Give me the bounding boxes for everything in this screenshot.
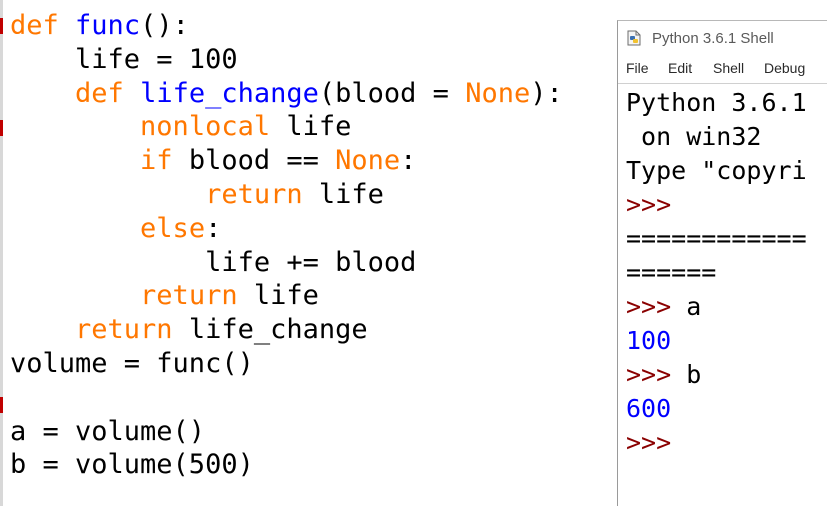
code-line: nonlocal life: [10, 110, 563, 144]
token-text: Python 3.6.1: [626, 88, 807, 117]
token-def: func: [75, 10, 141, 41]
code-line: a = volume(): [10, 415, 563, 449]
token-text: ======: [626, 258, 717, 287]
code-line: else:: [10, 212, 563, 246]
shell-output-line: Type "copyri: [626, 154, 807, 188]
code-line: volume = func(): [10, 347, 563, 381]
token-plain: :: [400, 145, 417, 177]
editor-gutter: [0, 0, 3, 506]
shell-output-line: >>>: [626, 188, 807, 222]
token-kw: if: [140, 145, 173, 177]
token-prompt: >>>: [626, 292, 672, 321]
token-prompt: >>>: [626, 190, 672, 219]
token-plain: :: [205, 212, 222, 244]
python-shell-window[interactable]: Python 3.6.1 Shell File Edit Shell Debug…: [617, 20, 827, 506]
gutter-marker: [0, 120, 3, 136]
shell-output-line: ============: [626, 222, 807, 256]
shell-output-line: 600: [626, 392, 807, 426]
token-text: Type "copyri: [626, 156, 807, 185]
token-plain: life += blood: [10, 246, 417, 278]
shell-output-line: >>> b: [626, 358, 807, 392]
shell-output-line: >>>: [626, 426, 807, 460]
token-plain: blood ==: [172, 145, 336, 177]
shell-menu-bar: File Edit Shell Debug: [618, 57, 827, 84]
token-plain: (blood =: [318, 77, 466, 109]
token-plain: a = volume(): [10, 415, 206, 447]
token-kw: return: [205, 178, 303, 210]
token-stdout: 600: [626, 394, 672, 423]
code-line: if blood == None:: [10, 144, 563, 178]
token-kw: def: [75, 77, 124, 109]
token-kw: return: [75, 314, 173, 346]
token-kw: return: [140, 280, 238, 312]
token-prompt: >>>: [626, 360, 672, 389]
token-plain: life: [302, 178, 384, 210]
token-kw: nonlocal: [140, 111, 271, 143]
code-line: return life: [10, 178, 563, 212]
shell-output-line: 100: [626, 324, 807, 358]
menu-edit[interactable]: Edit: [668, 60, 692, 76]
token-plain: volume = func(): [10, 347, 254, 379]
token-stdout: 100: [626, 326, 672, 355]
code-text[interactable]: def func(): life = 100 def life_change(b…: [10, 9, 563, 482]
shell-title-bar[interactable]: Python 3.6.1 Shell: [618, 21, 827, 55]
shell-output-line: ======: [626, 256, 807, 290]
screen: def func(): life = 100 def life_change(b…: [0, 0, 827, 506]
gutter-marker: [0, 397, 3, 413]
menu-shell[interactable]: Shell: [713, 60, 744, 76]
code-line: return life_change: [10, 313, 563, 347]
token-text: on win32: [626, 122, 762, 151]
shell-output[interactable]: Python 3.6.1 on win32 Type "copyri >>> ====…: [626, 86, 807, 460]
token-text: ============: [626, 224, 807, 253]
code-editor[interactable]: def func(): life = 100 def life_change(b…: [0, 0, 615, 506]
shell-output-line: >>> a: [626, 290, 807, 324]
token-prompt: >>>: [626, 428, 672, 457]
token-plain: life: [237, 280, 319, 312]
code-line: def func():: [10, 9, 563, 43]
token-plain: life_change: [172, 314, 368, 346]
token-text: b: [671, 360, 702, 389]
gutter-marker: [0, 18, 3, 34]
token-plain: ():: [140, 10, 189, 41]
token-text: a: [671, 292, 702, 321]
code-line: life += blood: [10, 246, 563, 280]
menu-file[interactable]: File: [626, 60, 649, 76]
code-line: b = volume(500): [10, 448, 563, 482]
code-line: return life: [10, 279, 563, 313]
token-kw: None: [335, 145, 401, 177]
shell-output-line: Python 3.6.1: [626, 86, 807, 120]
code-line: def life_change(blood = None):: [10, 77, 563, 111]
token-def: life_change: [140, 77, 319, 109]
shell-title: Python 3.6.1 Shell: [652, 30, 774, 47]
token-kw: def: [10, 10, 59, 41]
code-line: life = 100: [10, 43, 563, 77]
menu-debug[interactable]: Debug: [764, 60, 805, 76]
shell-output-line: on win32: [626, 120, 807, 154]
token-plain: life = 100: [10, 43, 238, 75]
token-plain: life: [270, 111, 352, 143]
token-plain: b = volume(500): [10, 449, 254, 481]
python-file-icon: [627, 30, 641, 46]
token-kw: None: [465, 77, 531, 109]
token-plain: ):: [530, 77, 563, 109]
token-kw: else: [140, 212, 206, 244]
